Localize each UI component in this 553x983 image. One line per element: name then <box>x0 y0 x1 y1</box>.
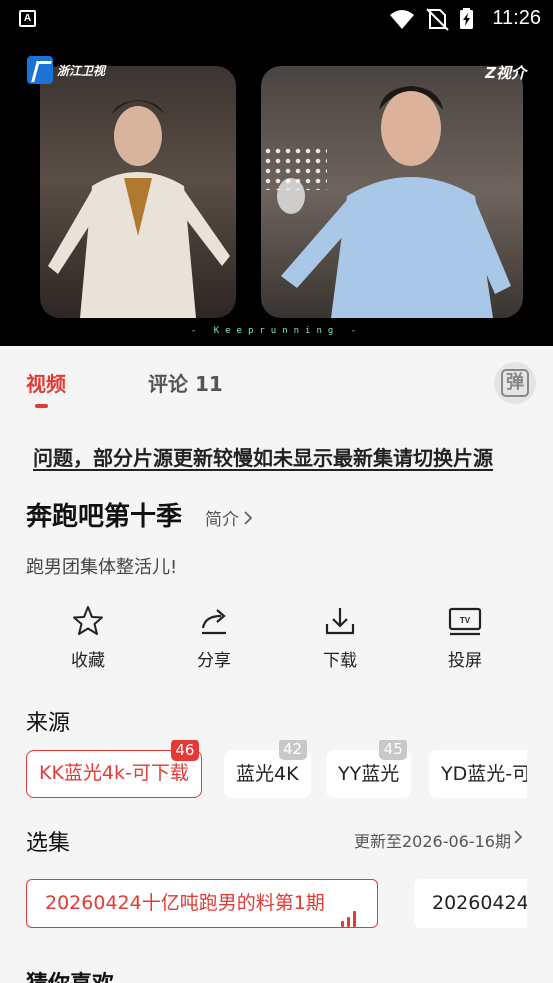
source-item[interactable]: 蓝光4K 42 <box>224 740 311 798</box>
person-figure-right <box>277 86 511 318</box>
channel-logo-left: 浙江卫视 <box>27 56 105 84</box>
video-frame-right <box>261 66 523 318</box>
decorative-dots <box>263 146 327 190</box>
wifi-icon <box>390 10 414 29</box>
source-item-label: YD蓝光-可 <box>441 763 527 785</box>
video-player[interactable]: 浙江卫视 Z视介 - Keeprunning - <box>0 38 553 346</box>
notification-icon: A <box>19 10 36 27</box>
cast-button[interactable]: TV 投屏 <box>425 604 505 671</box>
cast-label: 投屏 <box>448 651 482 671</box>
status-bar: A 11:26 <box>0 0 553 38</box>
recommend-title: 猜你喜欢 <box>26 966 114 983</box>
notice-text: 问题，部分片源更新较慢如未显示最新集请切换片源 <box>33 446 493 470</box>
chevron-right-icon[interactable] <box>513 828 523 846</box>
source-count-badge: 45 <box>379 740 408 760</box>
source-item[interactable]: KK蓝光4k-可下载 46 <box>26 740 202 798</box>
source-list[interactable]: KK蓝光4k-可下载 46 蓝光4K 42 YY蓝光 45 YD蓝光-可 <box>26 740 527 810</box>
video-caption: - Keeprunning - <box>190 326 363 336</box>
download-label: 下载 <box>323 651 357 671</box>
episode-item[interactable]: 20260424十亿吨跑男的料第1期 <box>26 879 378 928</box>
notice-marquee: 问题，部分片源更新较慢如未显示最新集请切换片源 <box>0 438 553 472</box>
person-figure-left <box>48 100 230 318</box>
star-icon <box>73 606 103 635</box>
show-title: 奔跑吧第十季 <box>26 502 183 532</box>
update-info-link[interactable]: 更新至2026-06-16期 <box>354 828 511 852</box>
tv-cast-icon: TV <box>448 607 482 636</box>
channel-logo-left-text: 浙江卫视 <box>57 63 106 78</box>
tab-video[interactable]: 视频 <box>26 368 66 397</box>
source-count-badge: 46 <box>170 740 199 761</box>
tab-bar: 视频 评论 11 弹 <box>0 346 553 414</box>
intro-link[interactable]: 简介 <box>205 505 253 530</box>
source-item-label: 蓝光4K <box>236 763 299 785</box>
source-item[interactable]: YD蓝光-可 <box>429 750 527 798</box>
download-button[interactable]: 下载 <box>300 604 380 671</box>
no-sim-icon <box>426 8 449 31</box>
zhejiang-tv-logo-icon <box>27 56 53 84</box>
download-icon <box>325 608 355 635</box>
source-count-badge: 42 <box>278 740 307 760</box>
episode-item-label: 20260424 <box>432 892 527 914</box>
episode-list[interactable]: 20260424十亿吨跑男的料第1期 20260424 <box>26 878 527 930</box>
episode-item-label: 20260424十亿吨跑男的料第1期 <box>45 892 325 914</box>
source-item-label: KK蓝光4k-可下载 <box>39 762 189 784</box>
playing-bars-icon <box>340 881 359 927</box>
favorite-button[interactable]: 收藏 <box>48 604 128 671</box>
clock: 11:26 <box>492 7 541 29</box>
intro-link-label: 简介 <box>205 510 239 530</box>
source-item-label: YY蓝光 <box>338 763 400 785</box>
favorite-label: 收藏 <box>71 651 105 671</box>
channel-logo-right: Z视介 <box>485 64 526 82</box>
svg-text:TV: TV <box>460 616 471 625</box>
share-label: 分享 <box>197 651 231 671</box>
share-button[interactable]: 分享 <box>174 604 254 671</box>
episode-item[interactable]: 20260424 <box>414 879 527 928</box>
danmaku-toggle-button[interactable]: 弹 <box>494 362 536 404</box>
share-icon <box>201 609 226 635</box>
video-frame-left <box>40 66 236 318</box>
status-icons <box>390 8 473 31</box>
tab-active-indicator <box>35 404 48 408</box>
show-subtitle: 跑男团集体整活儿! <box>26 557 178 578</box>
tab-comments[interactable]: 评论 11 <box>148 368 223 397</box>
battery-charging-icon <box>460 8 473 29</box>
sources-title: 来源 <box>26 711 71 736</box>
danmaku-icon: 弹 <box>501 369 529 397</box>
chevron-right-icon <box>244 510 253 525</box>
source-item[interactable]: YY蓝光 45 <box>326 740 412 798</box>
episodes-title: 选集 <box>26 831 71 856</box>
